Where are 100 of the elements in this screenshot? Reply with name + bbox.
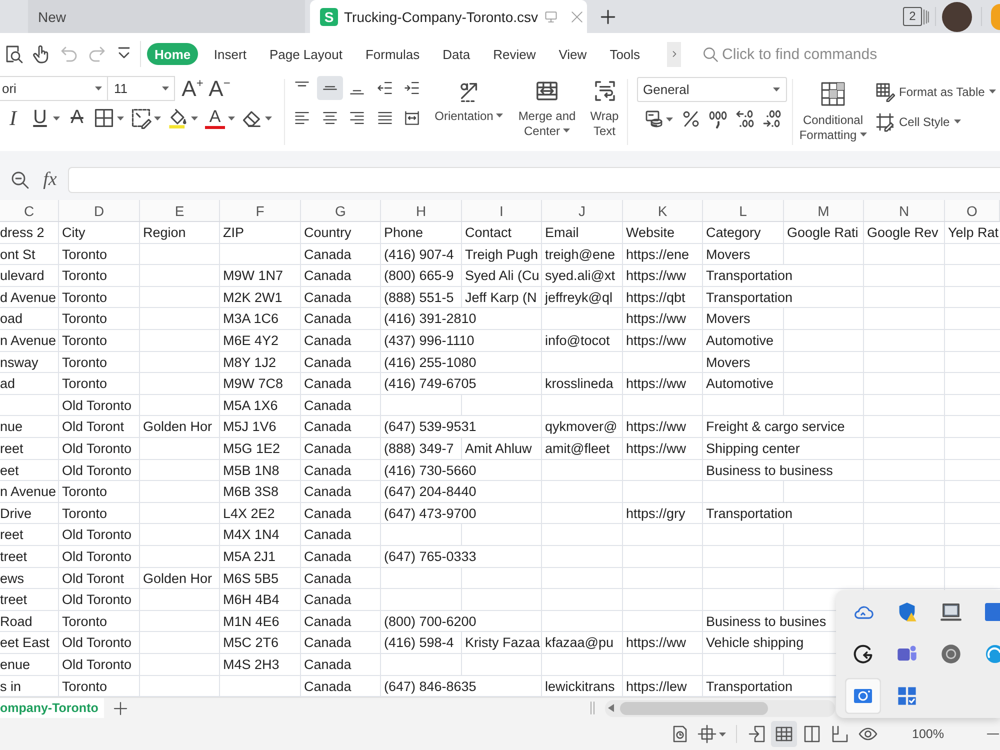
- scrollbar-track[interactable]: [605, 700, 835, 716]
- swirl-icon[interactable]: [985, 643, 1000, 665]
- coins-icon[interactable]: [644, 109, 664, 129]
- table-cell-text: (416) 907-4: [383, 246, 455, 264]
- grip-icon[interactable]: [590, 701, 595, 715]
- table-cell-text: Canada: [303, 396, 352, 414]
- ribbon-tab[interactable]: Data: [431, 43, 482, 65]
- conditional-formatting-button[interactable]: Conditional Formatting: [793, 75, 873, 143]
- percent-icon[interactable]: [681, 109, 701, 129]
- column-header[interactable]: G: [301, 200, 381, 221]
- formula-input[interactable]: [68, 167, 1000, 193]
- insert-function-button[interactable]: fx: [39, 169, 61, 191]
- table-cell-text: Canada: [303, 375, 352, 393]
- wrap-text-button[interactable]: Wrap Text: [586, 75, 624, 139]
- column-header[interactable]: N: [864, 200, 945, 221]
- paint-bucket-icon[interactable]: [167, 107, 189, 129]
- column-header[interactable]: E: [140, 200, 220, 221]
- caret-icon[interactable]: [190, 116, 198, 120]
- column-header[interactable]: J: [542, 200, 623, 221]
- merge-center-button[interactable]: Merge and Center: [514, 75, 580, 139]
- ribbon-tab[interactable]: Formulas: [354, 43, 432, 65]
- tab[interactable]: New: [28, 0, 305, 33]
- table-cell-text: reet: [0, 526, 24, 544]
- command-search-field[interactable]: Click to find commands: [702, 41, 882, 67]
- column-header[interactable]: C: [0, 200, 59, 221]
- table-cell-text: Toronto: [61, 246, 108, 264]
- ribbon-tab[interactable]: Page Layout: [258, 43, 354, 65]
- caret-icon[interactable]: [52, 116, 60, 120]
- camera-icon[interactable]: [845, 678, 881, 714]
- grid-check-icon[interactable]: [896, 685, 918, 707]
- ribbon-tab[interactable]: Tools: [598, 43, 652, 65]
- shrink-font-button[interactable]: A$^{−}$: [206, 76, 233, 101]
- number-format-field[interactable]: General: [637, 77, 787, 102]
- crosshair-icon[interactable]: [697, 724, 718, 744]
- tile-icon[interactable]: [985, 601, 1000, 623]
- close-icon[interactable]: [570, 10, 584, 24]
- font-size-field[interactable]: 11: [107, 76, 175, 101]
- column-header[interactable]: H: [381, 200, 462, 221]
- table-cell-text: https://ww: [625, 634, 688, 652]
- caret-icon[interactable]: [719, 732, 726, 736]
- tab[interactable]: S Trucking-Company-Toronto.csv: [310, 0, 587, 33]
- caret-icon[interactable]: [666, 116, 672, 122]
- table-cell-text: https://ww: [625, 375, 688, 393]
- zoom-out-icon[interactable]: [10, 170, 30, 190]
- scroll-left-icon[interactable]: [608, 704, 614, 712]
- disc-icon[interactable]: [940, 643, 962, 665]
- grid-icon[interactable]: [771, 721, 798, 747]
- column-header[interactable]: D: [59, 200, 140, 221]
- plus-icon[interactable]: [600, 8, 616, 24]
- laptop-icon[interactable]: [940, 601, 962, 623]
- table-cell-text: Toronto: [61, 310, 108, 328]
- table-cell-text: https://ene: [625, 246, 690, 264]
- thousands-icon[interactable]: [708, 109, 728, 129]
- table-cell-text: Canada: [303, 310, 352, 328]
- zoom-level[interactable]: 100%: [912, 727, 944, 741]
- table-cell-text: M3A 1C6: [222, 310, 280, 328]
- table-cell-text: Golden Hor: [142, 570, 214, 588]
- plus-icon[interactable]: [113, 700, 128, 716]
- increase-decimal-icon[interactable]: [762, 109, 782, 129]
- strikethrough-button[interactable]: A: [66, 106, 88, 130]
- ribbon-tab[interactable]: Review: [482, 43, 548, 65]
- align-middle-icon[interactable]: [316, 76, 342, 100]
- decrease-decimal-icon[interactable]: [735, 109, 755, 129]
- table-cell-text: https://ww: [625, 418, 688, 436]
- monitor-icon[interactable]: [544, 10, 558, 24]
- scrollbar-thumb[interactable]: [620, 702, 768, 714]
- cell-pencil-icon[interactable]: [130, 107, 152, 129]
- window-count-button[interactable]: 2: [903, 7, 922, 26]
- column-header[interactable]: L: [703, 200, 784, 221]
- import-icon[interactable]: [747, 724, 768, 744]
- caret-icon[interactable]: [228, 116, 234, 120]
- caret-icon: [162, 86, 169, 91]
- circular-arrow-icon[interactable]: [852, 643, 874, 665]
- table-cell-text: Canada: [303, 246, 352, 264]
- column-header[interactable]: I: [462, 200, 542, 221]
- grow-font-button[interactable]: A$^{+}$: [179, 76, 206, 101]
- table-cell: Transportation: [703, 676, 795, 696]
- column-header[interactable]: M: [784, 200, 864, 221]
- ribbon-tab[interactable]: Insert: [202, 43, 258, 65]
- column-header[interactable]: F: [220, 200, 301, 221]
- caret-icon[interactable]: [264, 116, 272, 120]
- table-cell-text: (800) 665-9: [383, 267, 455, 285]
- column-header[interactable]: K: [623, 200, 703, 221]
- page-magnifier-icon[interactable]: [4, 44, 24, 64]
- font-name-field[interactable]: ori: [0, 76, 108, 101]
- caret-icon[interactable]: [154, 116, 160, 120]
- borders-icon[interactable]: [93, 107, 115, 129]
- table-cell-text: Amit Ahluw: [464, 440, 533, 458]
- table-cell-text: Toronto: [61, 504, 108, 522]
- format-as-table-button[interactable]: Format as Table: [875, 80, 998, 103]
- underline-button[interactable]: U: [29, 106, 51, 130]
- italic-button[interactable]: I: [2, 106, 24, 130]
- cell-style-button[interactable]: Cell Style: [875, 110, 998, 133]
- avatar[interactable]: [942, 2, 972, 32]
- ribbon-tab[interactable]: View: [547, 43, 598, 65]
- table-cell-text: https://qbt: [625, 288, 686, 307]
- orientation-button[interactable]: Orientation: [432, 75, 506, 124]
- font-color-button[interactable]: A: [205, 107, 225, 129]
- caret-icon[interactable]: [116, 116, 124, 120]
- column-header[interactable]: O: [945, 200, 1000, 221]
